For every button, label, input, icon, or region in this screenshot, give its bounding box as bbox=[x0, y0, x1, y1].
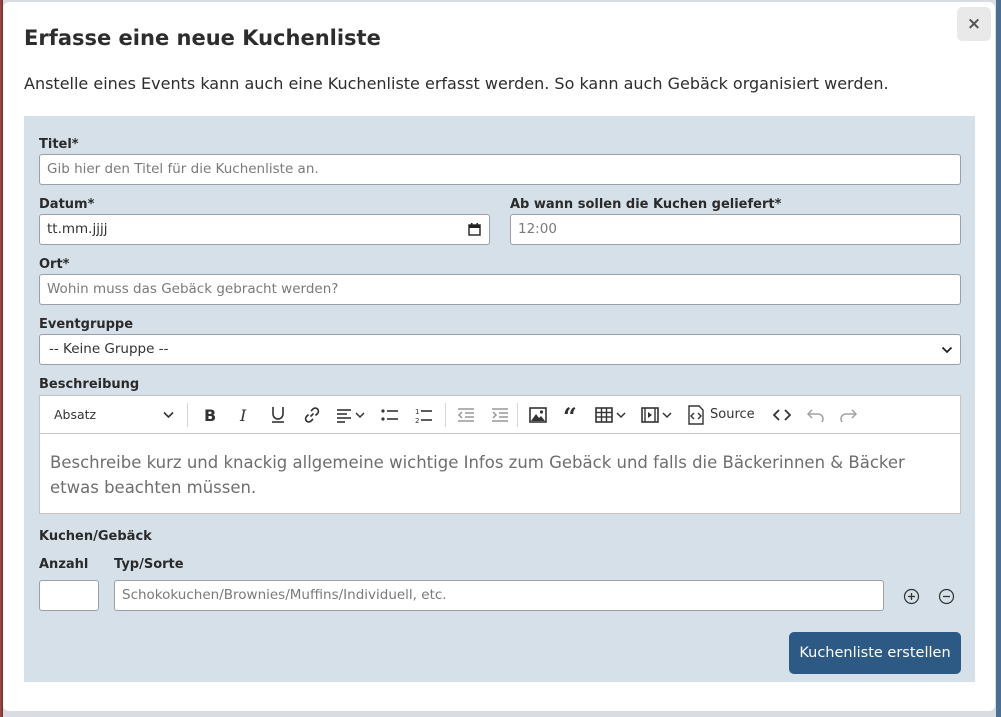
editor-placeholder: Beschreibe kurz und knackig allgemeine w… bbox=[50, 453, 905, 497]
time-input[interactable]: 12:00 bbox=[510, 214, 961, 245]
chevron-down-icon bbox=[163, 411, 174, 418]
group-select[interactable]: -- Keine Gruppe -- bbox=[39, 334, 961, 365]
image-icon[interactable] bbox=[522, 396, 554, 433]
remove-row-icon[interactable] bbox=[938, 588, 955, 605]
add-row-icon[interactable] bbox=[903, 588, 920, 605]
toolbar-divider bbox=[517, 403, 518, 427]
count-input[interactable] bbox=[39, 580, 99, 611]
svg-text:B: B bbox=[204, 407, 216, 423]
underline-icon[interactable] bbox=[262, 396, 294, 433]
source-icon bbox=[688, 404, 704, 425]
italic-icon[interactable]: I bbox=[228, 396, 260, 433]
source-label: Source bbox=[710, 407, 755, 422]
heading-dropdown[interactable]: Absatz bbox=[44, 396, 184, 433]
type-input-placeholder: Schokokuchen/Brownies/Muffins/Individuel… bbox=[122, 587, 447, 603]
editor-content[interactable]: Beschreibe kurz und knackig allgemeine w… bbox=[39, 433, 961, 514]
media-icon[interactable] bbox=[636, 396, 678, 433]
numbered-list-icon[interactable]: 12 bbox=[408, 396, 440, 433]
group-label: Eventgruppe bbox=[39, 317, 134, 332]
outdent-icon[interactable] bbox=[450, 396, 482, 433]
modal-intro-text: Anstelle eines Events kann auch eine Kuc… bbox=[24, 74, 889, 93]
toolbar-divider bbox=[445, 403, 446, 427]
type-label: Typ/Sorte bbox=[114, 557, 184, 572]
modal-dialog: × Erfasse eine neue Kuchenliste Anstelle… bbox=[3, 2, 995, 711]
indent-icon[interactable] bbox=[484, 396, 516, 433]
table-icon[interactable] bbox=[590, 396, 632, 433]
create-cake-list-button[interactable]: Kuchenliste erstellen bbox=[789, 632, 961, 674]
bold-icon[interactable]: B bbox=[194, 396, 226, 433]
modal-title: Erfasse eine neue Kuchenliste bbox=[24, 26, 381, 50]
description-label: Beschreibung bbox=[39, 377, 140, 392]
form-panel: Titel* Gib hier den Titel für die Kuchen… bbox=[24, 116, 975, 682]
time-label: Ab wann sollen die Kuchen geliefert* bbox=[510, 197, 782, 212]
location-input-placeholder: Wohin muss das Gebäck gebracht werden? bbox=[47, 281, 339, 297]
code-icon[interactable] bbox=[766, 396, 798, 433]
link-icon[interactable] bbox=[296, 396, 328, 433]
time-input-placeholder: 12:00 bbox=[518, 221, 557, 237]
source-button[interactable]: Source bbox=[686, 396, 756, 433]
date-label: Datum* bbox=[39, 197, 95, 212]
type-input[interactable]: Schokokuchen/Brownies/Muffins/Individuel… bbox=[114, 580, 884, 611]
calendar-icon[interactable] bbox=[468, 223, 481, 236]
cakes-label: Kuchen/Gebäck bbox=[39, 529, 152, 544]
undo-icon[interactable] bbox=[800, 396, 832, 433]
bulleted-list-icon[interactable] bbox=[374, 396, 406, 433]
date-input-value: tt.mm.jjjj bbox=[47, 221, 108, 237]
location-label: Ort* bbox=[39, 257, 70, 272]
svg-text:I: I bbox=[239, 407, 247, 423]
svg-text:1: 1 bbox=[415, 408, 419, 416]
close-button[interactable]: × bbox=[957, 7, 991, 41]
chevron-down-icon bbox=[941, 346, 953, 354]
group-select-value: -- Keine Gruppe -- bbox=[49, 341, 169, 357]
svg-text:2: 2 bbox=[415, 417, 419, 424]
title-input[interactable]: Gib hier den Titel für die Kuchenliste a… bbox=[39, 154, 961, 185]
align-icon[interactable] bbox=[330, 396, 372, 433]
location-input[interactable]: Wohin muss das Gebäck gebracht werden? bbox=[39, 274, 961, 305]
editor-toolbar: Absatz B I 1 2 “ Source bbox=[39, 395, 961, 434]
date-input[interactable]: tt.mm.jjjj bbox=[39, 214, 490, 245]
count-label: Anzahl bbox=[39, 557, 89, 572]
title-label: Titel* bbox=[39, 137, 79, 152]
blockquote-icon[interactable]: “ bbox=[556, 396, 588, 433]
svg-text:“: “ bbox=[563, 407, 577, 423]
toolbar-divider bbox=[187, 403, 188, 427]
heading-dropdown-value: Absatz bbox=[54, 407, 97, 422]
redo-icon[interactable] bbox=[832, 396, 864, 433]
title-input-placeholder: Gib hier den Titel für die Kuchenliste a… bbox=[47, 161, 319, 177]
